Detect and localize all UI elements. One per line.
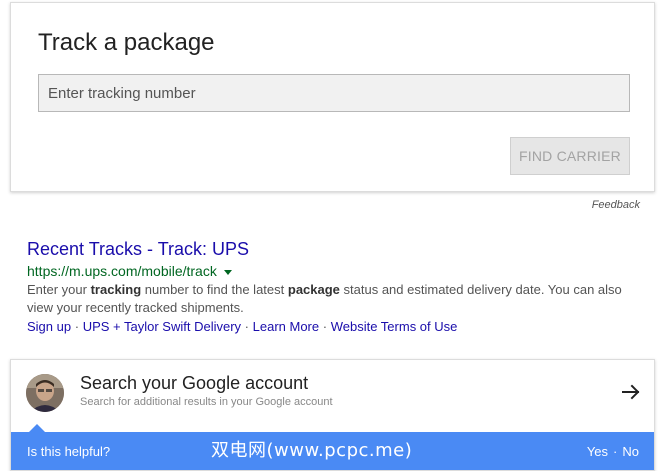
helpful-bar: Is this helpful? 双电网(www.pcpc.me) Yes · No: [11, 424, 654, 470]
user-avatar: [26, 374, 64, 412]
search-result: Recent Tracks - Track: UPS https://m.ups…: [27, 238, 647, 336]
sitelink-separator: ·: [244, 319, 249, 334]
arrow-right-icon[interactable]: [620, 381, 642, 403]
helpful-pointer: [29, 424, 45, 432]
snippet-text: number to find the latest: [141, 282, 288, 297]
tracking-number-input[interactable]: [38, 74, 630, 112]
url-dropdown-icon[interactable]: [223, 269, 232, 275]
sitelink-taylor-swift-delivery[interactable]: UPS + Taylor Swift Delivery: [83, 319, 241, 334]
account-card-subtitle: Search for additional results in your Go…: [80, 396, 333, 408]
sitelink-separator: ·: [74, 319, 80, 334]
sitelink-separator: ·: [322, 319, 328, 334]
snippet-bold-term: tracking: [90, 282, 142, 297]
sitelink-learn-more[interactable]: Learn More: [253, 319, 319, 334]
sitelink-website-terms[interactable]: Website Terms of Use: [331, 319, 458, 334]
result-snippet: Enter your tracking number to find the l…: [27, 281, 647, 317]
snippet-text: Enter your: [27, 282, 91, 297]
account-card-title: Search your Google account: [80, 373, 309, 393]
find-carrier-button[interactable]: FIND CARRIER: [510, 137, 630, 175]
sitelinks: Sign up · UPS + Taylor Swift Delivery · …: [27, 318, 647, 336]
sitelink-sign-up[interactable]: Sign up: [27, 319, 71, 334]
result-url-row: https://m.ups.com/mobile/track: [27, 262, 647, 280]
helpful-question: Is this helpful?: [27, 444, 111, 459]
helpful-separator: ·: [613, 444, 618, 459]
helpful-yes-button[interactable]: Yes: [587, 444, 608, 459]
track-package-card: Track a package FIND CARRIER: [10, 2, 655, 192]
helpful-answers: Yes · No: [587, 444, 639, 459]
watermark-text: 双电网(www.pcpc.me): [211, 440, 413, 461]
snippet-bold-term: package: [287, 282, 340, 297]
track-package-title: Track a package: [38, 29, 215, 56]
feedback-link[interactable]: Feedback: [592, 199, 640, 211]
helpful-no-button[interactable]: No: [622, 444, 639, 459]
google-account-card[interactable]: Search your Google account Search for ad…: [10, 359, 655, 471]
result-title-link[interactable]: Recent Tracks - Track: UPS: [27, 238, 647, 260]
result-url: https://m.ups.com/mobile/track: [27, 263, 217, 279]
